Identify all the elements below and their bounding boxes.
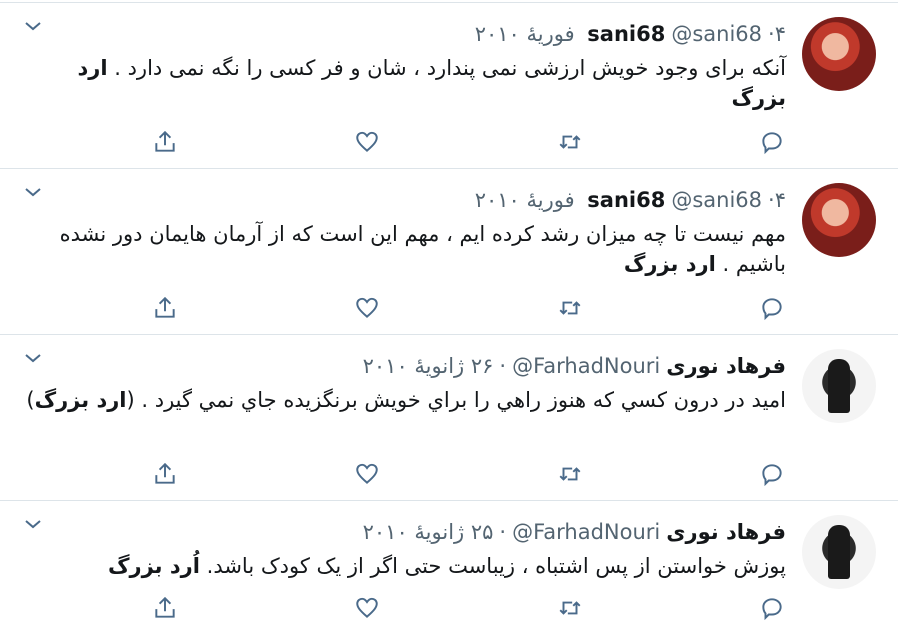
heart-icon (356, 597, 378, 618)
tweet-signature: اُرد بزرگ (108, 554, 200, 578)
heart-icon (356, 297, 378, 318)
reply-icon (762, 598, 782, 621)
reply-icon (762, 132, 782, 155)
tweet[interactable]: فرهاد نوری@FarhadNouri·۲۵ ژانویهٔ ۲۰۱۰ پ… (0, 500, 898, 634)
tweet-text-closing: ) (26, 388, 35, 412)
tweet-actions (0, 459, 898, 489)
separator-dot: · (768, 188, 775, 212)
chevron-down-icon[interactable] (22, 183, 44, 201)
user-handle[interactable]: @sani68 (671, 188, 762, 212)
retweet-button[interactable] (555, 593, 585, 623)
chevron-down-icon[interactable] (22, 349, 44, 367)
tweet-text: مهم نیست تا چه میزان رشد کرده ایم ، مهم … (18, 219, 786, 279)
share-icon (155, 130, 175, 152)
chevron-down-icon[interactable] (22, 515, 44, 533)
display-name[interactable]: فرهاد نوری (666, 520, 786, 544)
like-button[interactable] (352, 459, 382, 489)
tweet-header: فرهاد نوری@FarhadNouri·۲۵ ژانویهٔ ۲۰۱۰ (363, 517, 786, 547)
share-button[interactable] (150, 593, 180, 623)
tweet[interactable]: sani68 @sani68·۴ فوریهٔ ۲۰۱۰ آنکه برای وج… (0, 2, 898, 168)
retweet-button[interactable] (555, 127, 585, 157)
retweet-icon (559, 135, 581, 149)
heart-icon (356, 463, 378, 484)
avatar[interactable] (802, 515, 876, 589)
like-button[interactable] (352, 127, 382, 157)
separator-dot: · (499, 354, 507, 378)
retweet-button[interactable] (555, 459, 585, 489)
separator-dot: · (499, 520, 507, 544)
user-handle[interactable]: @FarhadNouri (512, 520, 660, 544)
avatar[interactable] (802, 349, 876, 423)
tweet-text: امید در درون کسي که هنوز راهي را براي خو… (18, 385, 786, 415)
chevron-down-icon[interactable] (22, 17, 44, 35)
tweet-header: sani68 @sani68·۴ فوریهٔ ۲۰۱۰ (475, 185, 786, 215)
tweet-header: sani68 @sani68·۴ فوریهٔ ۲۰۱۰ (475, 19, 786, 49)
share-button[interactable] (150, 459, 180, 489)
reply-icon (762, 464, 782, 487)
tweet-actions (0, 127, 898, 157)
tweet-actions (0, 293, 898, 323)
reply-button[interactable] (757, 293, 787, 323)
like-button[interactable] (352, 293, 382, 323)
avatar[interactable] (802, 17, 876, 91)
tweet-text: آنکه برای وجود خویش ارزشی نمی پندارد ، ش… (18, 53, 786, 113)
tweet-date[interactable]: ۲۵ ژانویهٔ ۲۰۱۰ (363, 520, 494, 544)
avatar[interactable] (802, 183, 876, 257)
tweet-text-content: پوزش خواستن از پس اشتباه ، زیباست حتی اگ… (206, 554, 786, 578)
retweet-icon (559, 301, 581, 315)
tweet-text-content: امید در درون کسي که هنوز راهي را براي خو… (126, 388, 786, 412)
tweet[interactable]: sani68 @sani68·۴ فوریهٔ ۲۰۱۰ مهم نیست تا … (0, 168, 898, 334)
display-name[interactable]: sani68 (587, 188, 665, 212)
tweet-signature: ارد بزرگ (34, 388, 127, 412)
user-handle[interactable]: @sani68 (671, 22, 762, 46)
tweet-header: فرهاد نوری@FarhadNouri·۲۶ ژانویهٔ ۲۰۱۰ (363, 351, 786, 381)
tweet-text: پوزش خواستن از پس اشتباه ، زیباست حتی اگ… (18, 551, 786, 581)
share-button[interactable] (150, 293, 180, 323)
display-name[interactable]: sani68 (587, 22, 665, 46)
reply-button[interactable] (757, 127, 787, 157)
tweet-text-content: آنکه برای وجود خویش ارزشی نمی پندارد ، ش… (114, 56, 786, 80)
display-name[interactable]: فرهاد نوری (666, 354, 786, 378)
reply-button[interactable] (757, 593, 787, 623)
retweet-button[interactable] (555, 293, 585, 323)
heart-icon (356, 131, 378, 152)
retweet-icon (559, 467, 581, 481)
share-icon (155, 596, 175, 618)
tweet-signature: ارد بزرگ (623, 252, 716, 276)
tweet[interactable]: فرهاد نوری@FarhadNouri·۲۶ ژانویهٔ ۲۰۱۰ ا… (0, 334, 898, 500)
reply-button[interactable] (757, 459, 787, 489)
retweet-icon (559, 601, 581, 615)
tweet-date[interactable]: ۲۶ ژانویهٔ ۲۰۱۰ (363, 354, 494, 378)
share-icon (155, 462, 175, 484)
share-button[interactable] (150, 127, 180, 157)
like-button[interactable] (352, 593, 382, 623)
tweet-feed: sani68 @sani68·۴ فوریهٔ ۲۰۱۰ آنکه برای وج… (0, 0, 898, 634)
tweet-actions (0, 593, 898, 623)
reply-icon (762, 298, 782, 321)
separator-dot: · (768, 22, 775, 46)
user-handle[interactable]: @FarhadNouri (512, 354, 660, 378)
share-icon (155, 296, 175, 318)
